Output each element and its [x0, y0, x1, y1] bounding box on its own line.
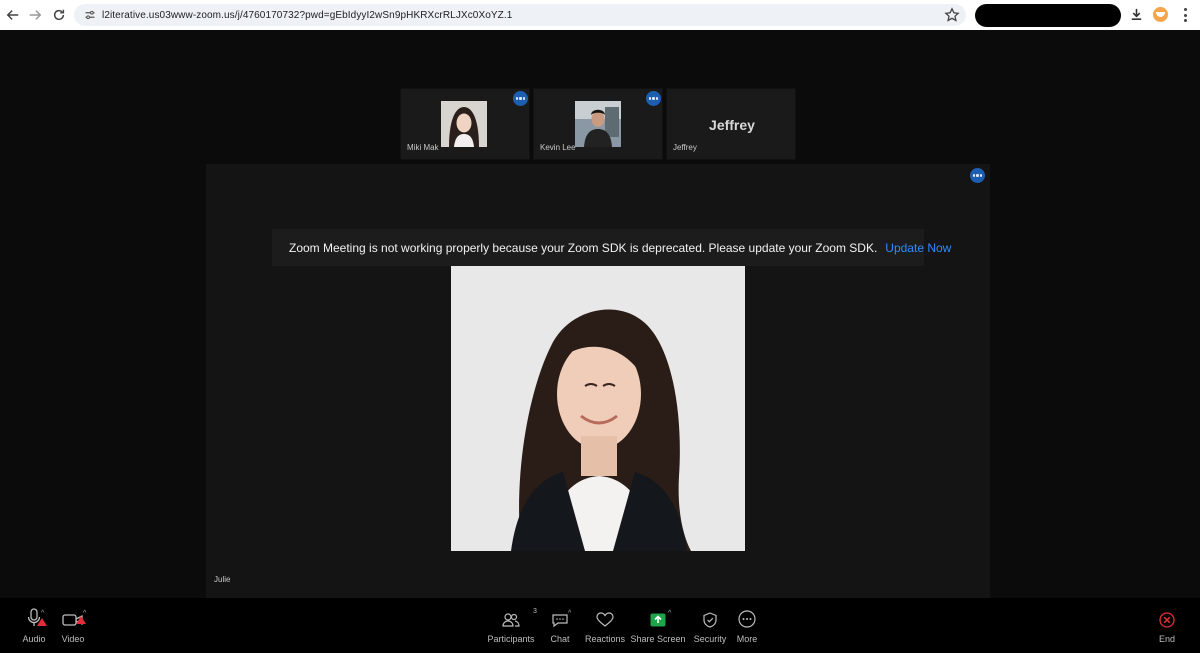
participants-icon: [502, 613, 520, 627]
participant-display-name: Jeffrey: [709, 117, 755, 133]
profile-avatar[interactable]: [1153, 7, 1168, 22]
video-options-caret-icon[interactable]: ^: [83, 610, 86, 617]
chat-label: Chat: [550, 634, 570, 644]
security-label: Security: [693, 634, 727, 644]
participant-name: Kevin Lee: [540, 143, 576, 152]
end-meeting-button[interactable]: End: [1156, 608, 1178, 644]
share-options-caret-icon[interactable]: ^: [668, 610, 671, 617]
speaker-options-button[interactable]: [970, 168, 985, 183]
audio-label: Audio: [22, 634, 46, 644]
participant-tile[interactable]: Jeffrey Jeffrey: [666, 88, 796, 160]
redacted-profile-area: [975, 4, 1121, 27]
address-bar[interactable]: l2iterative.us03www-zoom.us/j/4760170732…: [74, 4, 966, 26]
participant-video: [575, 101, 621, 147]
close-icon: [1159, 612, 1175, 628]
share-screen-button[interactable]: Share Screen: [630, 608, 686, 644]
forward-button[interactable]: [22, 2, 48, 28]
video-off-warning-icon: [76, 616, 86, 624]
bookmark-star-icon[interactable]: [944, 7, 960, 23]
more-dots-icon: [738, 610, 756, 628]
participant-options-button[interactable]: [646, 91, 661, 106]
participant-name: Miki Mak: [407, 143, 439, 152]
share-screen-icon: [650, 613, 666, 627]
site-info-icon[interactable]: [78, 9, 102, 21]
sdk-deprecated-warning: Zoom Meeting is not working properly bec…: [272, 229, 951, 266]
arrow-right-icon: [29, 10, 42, 20]
more-label: More: [736, 634, 758, 644]
meeting-area: Miki Mak Kevin Lee Jeffrey Jeffrey Julie…: [0, 30, 1200, 600]
participant-tile[interactable]: Kevin Lee: [533, 88, 663, 160]
audio-options-caret-icon[interactable]: ^: [41, 610, 44, 617]
chat-options-caret-icon[interactable]: ^: [568, 610, 571, 617]
download-icon[interactable]: [1129, 7, 1144, 22]
heart-icon: [596, 612, 614, 627]
shield-icon: [703, 612, 717, 628]
video-label: Video: [61, 634, 85, 644]
participant-options-button[interactable]: [513, 91, 528, 106]
end-label: End: [1158, 634, 1175, 644]
participant-video: [441, 101, 487, 147]
reload-icon: [53, 9, 65, 21]
browser-toolbar: l2iterative.us03www-zoom.us/j/4760170732…: [0, 0, 1200, 30]
update-now-link[interactable]: Update Now: [885, 241, 951, 255]
reload-button[interactable]: [46, 2, 72, 28]
reactions-label: Reactions: [584, 634, 626, 644]
participant-name: Jeffrey: [673, 143, 697, 152]
browser-menu-button[interactable]: [1178, 7, 1192, 23]
participants-button[interactable]: 3 Participants: [485, 608, 537, 644]
chat-bubble-icon: [552, 614, 568, 628]
arrow-left-icon: [6, 10, 19, 20]
participants-count: 3: [533, 608, 537, 615]
security-button[interactable]: Security: [692, 608, 728, 644]
speaker-video-feed: [451, 266, 745, 551]
warning-message: Zoom Meeting is not working properly bec…: [289, 240, 878, 255]
meeting-toolbar: Audio ^ Video ^ 3 Participants Chat ^ Re…: [0, 598, 1200, 653]
share-screen-label: Share Screen: [630, 634, 686, 644]
url-text[interactable]: l2iterative.us03www-zoom.us/j/4760170732…: [102, 10, 512, 21]
speaker-name-label: Julie: [214, 575, 231, 584]
participant-tile[interactable]: Miki Mak: [400, 88, 530, 160]
reactions-button[interactable]: Reactions: [584, 608, 626, 644]
muted-warning-icon: [37, 618, 47, 626]
participants-label: Participants: [487, 634, 535, 644]
more-button[interactable]: More: [734, 608, 760, 644]
